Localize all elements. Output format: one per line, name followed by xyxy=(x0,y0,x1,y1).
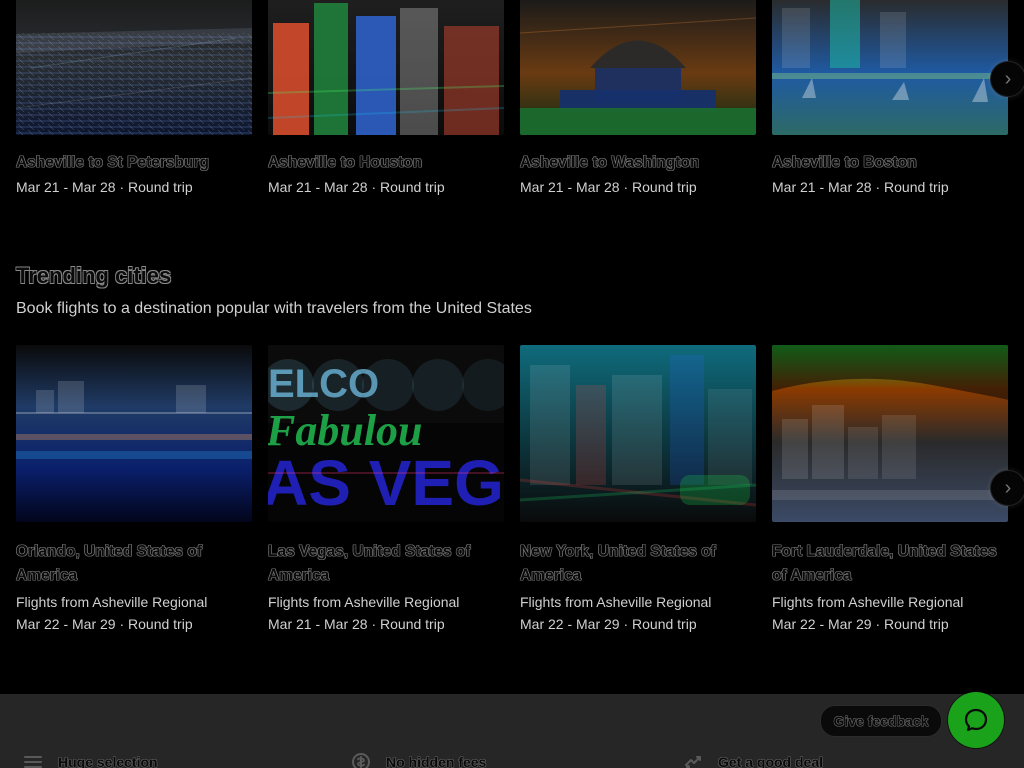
carousel-next-button-top[interactable]: › xyxy=(990,61,1024,97)
sign-text-top: ELCO xyxy=(268,362,379,406)
trending-card-las-vegas[interactable]: ELCO Fabulou AS VEG Las Vegas, United St… xyxy=(268,345,504,632)
route-card-washington[interactable]: Asheville to Washington Mar 21 - Mar 28 … xyxy=(520,0,756,195)
routes-row: Asheville to St Petersburg Mar 21 - Mar … xyxy=(16,0,1008,195)
times-square-photo[interactable] xyxy=(520,345,756,522)
route-card-boston[interactable]: Asheville to Boston Mar 21 - Mar 28 · Ro… xyxy=(772,0,1008,195)
footer-item-huge-selection: Huge selection xyxy=(22,751,158,768)
beach-skyline-photo[interactable] xyxy=(772,345,1008,522)
route-card-houston[interactable]: Asheville to Houston Mar 21 - Mar 28 · R… xyxy=(268,0,504,195)
chat-bubble-icon xyxy=(964,708,988,732)
city-origin: Flights from Asheville Regional xyxy=(772,594,964,610)
footer-item-get-a-good-deal: Get a good deal xyxy=(682,751,823,768)
route-dates: Mar 21 - Mar 28 · Round trip xyxy=(16,179,193,195)
list-icon xyxy=(22,751,44,768)
chevron-right-icon: › xyxy=(1004,477,1012,499)
trending-row: Orlando, United States of America Flight… xyxy=(16,345,1008,632)
city-dates: Mar 21 - Mar 28 · Round trip xyxy=(268,616,445,632)
dollar-icon xyxy=(350,751,372,768)
chat-button[interactable] xyxy=(948,692,1004,748)
route-dates: Mar 21 - Mar 28 · Round trip xyxy=(772,179,949,195)
city-title[interactable]: Orlando, United States of America xyxy=(16,540,252,588)
city-title[interactable]: New York, United States of America xyxy=(520,540,756,588)
carousel-next-button-trending[interactable]: › xyxy=(990,470,1024,506)
route-dates: Mar 21 - Mar 28 · Round trip xyxy=(520,179,697,195)
skyline-photo[interactable] xyxy=(268,0,504,135)
route-card-st-petersburg[interactable]: Asheville to St Petersburg Mar 21 - Mar … xyxy=(16,0,252,195)
las-vegas-sign-photo[interactable]: ELCO Fabulou AS VEG xyxy=(268,345,504,522)
give-feedback-button[interactable]: Give feedback xyxy=(820,705,942,737)
trending-card-orlando[interactable]: Orlando, United States of America Flight… xyxy=(16,345,252,632)
city-dates: Mar 22 - Mar 29 · Round trip xyxy=(520,616,697,632)
city-origin: Flights from Asheville Regional xyxy=(16,594,208,610)
route-title[interactable]: Asheville to St Petersburg xyxy=(16,153,252,173)
city-title[interactable]: Las Vegas, United States of America xyxy=(268,540,504,588)
footer-item-label: No hidden fees xyxy=(386,754,487,768)
city-origin: Flights from Asheville Regional xyxy=(520,594,712,610)
route-dates: Mar 21 - Mar 28 · Round trip xyxy=(268,179,445,195)
footer: Give feedback Huge selection No hidden f… xyxy=(0,692,1024,768)
trending-card-new-york[interactable]: New York, United States of America Fligh… xyxy=(520,345,756,632)
trending-card-fort-lauderdale[interactable]: Fort Lauderdale, United States of Americ… xyxy=(772,345,1008,632)
section-title: Trending cities xyxy=(16,263,172,288)
deal-icon xyxy=(682,751,704,768)
chevron-right-icon: › xyxy=(1004,68,1012,90)
sign-text-bottom: AS VEG xyxy=(268,447,504,519)
page: Asheville to St Petersburg Mar 21 - Mar … xyxy=(0,0,1024,768)
city-origin: Flights from Asheville Regional xyxy=(268,594,460,610)
route-title[interactable]: Asheville to Boston xyxy=(772,153,1008,173)
footer-item-no-hidden-fees: No hidden fees xyxy=(350,751,486,768)
marina-photo[interactable] xyxy=(16,0,252,135)
city-title[interactable]: Fort Lauderdale, United States of Americ… xyxy=(772,540,1008,588)
harbor-photo[interactable] xyxy=(772,0,1008,135)
footer-item-label: Get a good deal xyxy=(718,754,824,768)
section-subtitle: Book flights to a destination popular wi… xyxy=(16,300,532,317)
city-reflection-photo[interactable] xyxy=(16,345,252,522)
city-dates: Mar 22 - Mar 29 · Round trip xyxy=(16,616,193,632)
route-title[interactable]: Asheville to Washington xyxy=(520,153,756,173)
footer-item-label: Huge selection xyxy=(58,754,158,768)
city-dates: Mar 22 - Mar 29 · Round trip xyxy=(772,616,949,632)
capitol-photo[interactable] xyxy=(520,0,756,135)
route-title[interactable]: Asheville to Houston xyxy=(268,153,504,173)
